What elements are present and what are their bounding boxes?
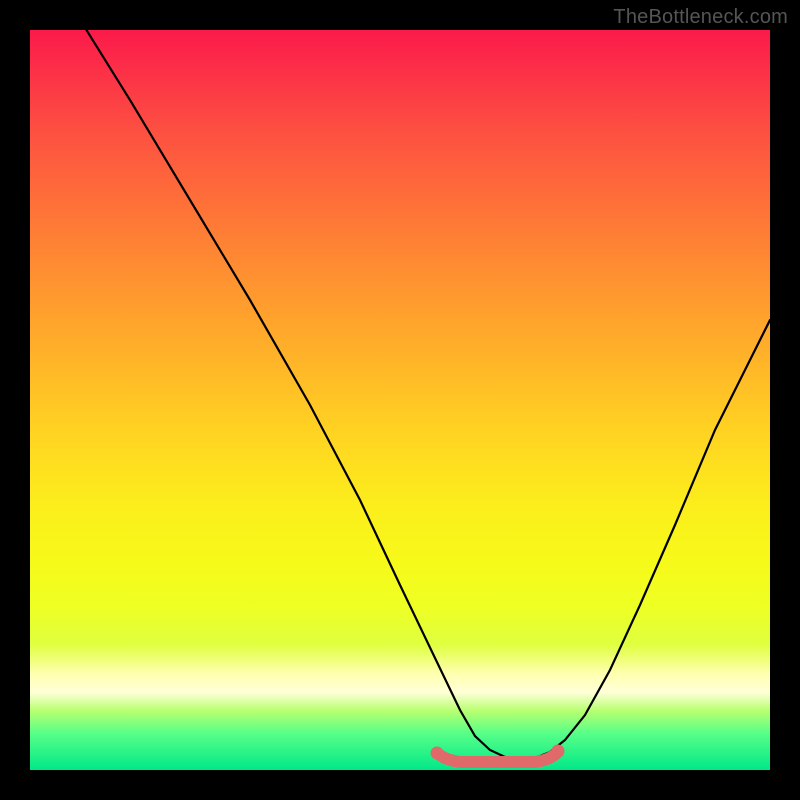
watermark-text: TheBottleneck.com (613, 6, 788, 29)
sweet-spot-end-left (431, 747, 444, 760)
chart-plot-area (30, 30, 770, 770)
sweet-spot-end-right (552, 745, 565, 758)
bottleneck-curve (74, 30, 770, 760)
chart-svg (30, 30, 770, 770)
